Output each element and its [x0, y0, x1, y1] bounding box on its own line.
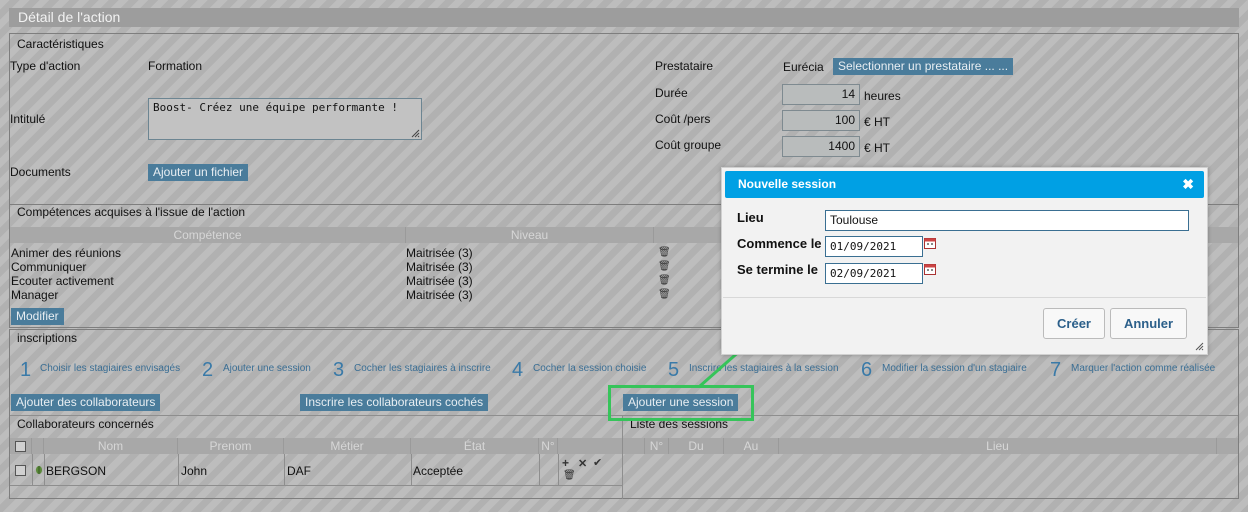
- start-date-label: Commence le: [737, 236, 822, 251]
- dialog-title: Nouvelle session: [738, 177, 837, 191]
- end-date-input[interactable]: 02/09/2021: [825, 263, 923, 284]
- start-date-input[interactable]: 01/09/2021: [825, 236, 923, 257]
- resize-grip-icon[interactable]: [1194, 341, 1204, 351]
- create-button[interactable]: Créer: [1043, 308, 1105, 339]
- close-icon[interactable]: ✖: [1182, 171, 1194, 198]
- new-session-dialog: Nouvelle session ✖ Lieu Toulouse Commenc…: [721, 167, 1208, 355]
- calendar-icon[interactable]: [924, 237, 936, 249]
- dialog-footer-divider: [723, 297, 1206, 298]
- calendar-icon[interactable]: [924, 263, 936, 275]
- lieu-input[interactable]: Toulouse: [825, 210, 1189, 231]
- lieu-label: Lieu: [737, 210, 764, 225]
- end-date-label: Se termine le: [737, 262, 818, 277]
- dialog-header: Nouvelle session ✖: [725, 171, 1204, 198]
- cancel-button[interactable]: Annuler: [1110, 308, 1187, 339]
